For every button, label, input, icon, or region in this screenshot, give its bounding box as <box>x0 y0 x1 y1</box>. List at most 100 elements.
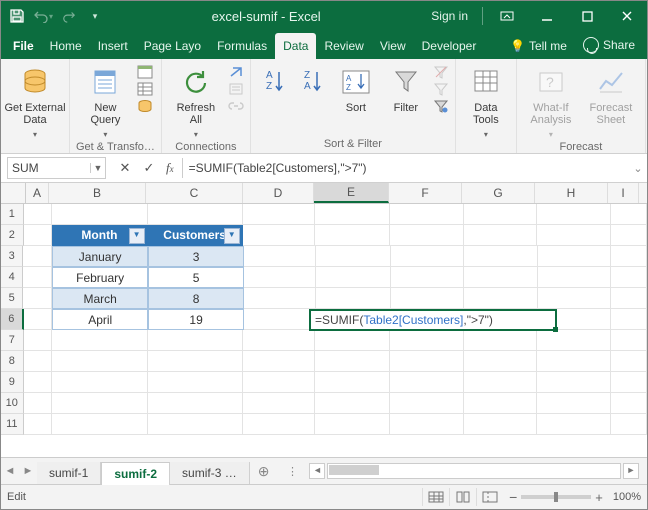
close-button[interactable] <box>607 1 647 31</box>
cell[interactable] <box>52 351 147 372</box>
data-tools-button[interactable]: Data Tools▾ <box>462 63 510 139</box>
cell[interactable] <box>316 246 391 267</box>
formula-input[interactable]: =SUMIF(Table2[Customers],">7") <box>182 158 629 178</box>
redo-icon[interactable] <box>57 4 81 28</box>
undo-icon[interactable]: ▾ <box>31 4 55 28</box>
cell[interactable] <box>537 225 611 246</box>
forecast-sheet-button[interactable]: Forecast Sheet <box>583 63 639 126</box>
cell[interactable] <box>391 246 464 267</box>
filter-button[interactable]: Filter <box>383 63 429 114</box>
cell[interactable] <box>243 330 315 351</box>
fx-icon[interactable]: fx <box>162 160 178 176</box>
cell[interactable] <box>537 393 611 414</box>
show-queries-icon[interactable] <box>137 65 153 79</box>
cell[interactable] <box>390 393 464 414</box>
cell[interactable] <box>52 393 147 414</box>
from-table-icon[interactable] <box>137 82 153 96</box>
new-sheet-button[interactable]: ⊕ <box>250 463 278 480</box>
row-header[interactable]: 8 <box>1 351 24 372</box>
sheet-nav-prev-icon[interactable]: ◄ <box>1 465 19 477</box>
scroll-right-icon[interactable]: ► <box>623 463 639 479</box>
select-all-corner[interactable] <box>1 183 26 203</box>
get-external-data-button[interactable]: Get External Data▾ <box>7 63 63 139</box>
ribbon-options-icon[interactable] <box>487 1 527 31</box>
table-cell[interactable]: January <box>52 246 148 267</box>
row-header[interactable]: 1 <box>1 204 24 225</box>
cell[interactable] <box>464 393 538 414</box>
active-cell[interactable]: =SUMIF(Table2[Customers],">7") <box>309 309 557 331</box>
cell[interactable] <box>52 204 147 225</box>
cell[interactable] <box>611 309 647 330</box>
cell[interactable] <box>538 246 611 267</box>
sign-in-link[interactable]: Sign in <box>421 9 478 23</box>
cell[interactable] <box>611 393 647 414</box>
cell[interactable] <box>148 204 243 225</box>
row-header[interactable]: 2 <box>1 225 24 246</box>
cell[interactable] <box>538 288 611 309</box>
cell[interactable] <box>315 351 390 372</box>
cell[interactable] <box>611 330 647 351</box>
cell[interactable] <box>611 225 647 246</box>
recent-sources-icon[interactable] <box>137 99 153 113</box>
zoom-slider[interactable] <box>521 495 591 499</box>
cell[interactable] <box>315 372 390 393</box>
table-cell[interactable]: April <box>52 309 148 330</box>
scroll-left-icon[interactable]: ◄ <box>309 463 325 479</box>
zoom-level[interactable]: 100% <box>613 491 641 503</box>
cell[interactable] <box>23 288 52 309</box>
row-header[interactable]: 9 <box>1 372 24 393</box>
cancel-formula-icon[interactable]: ✕ <box>114 158 136 178</box>
cell[interactable] <box>244 309 316 330</box>
cell[interactable] <box>24 309 53 330</box>
col-header[interactable]: B <box>49 183 146 203</box>
cell[interactable] <box>315 204 390 225</box>
sheet-nav-next-icon[interactable]: ► <box>19 465 37 477</box>
tab-file[interactable]: File <box>5 33 42 59</box>
cell[interactable] <box>24 204 53 225</box>
reapply-icon[interactable] <box>433 82 449 96</box>
cell[interactable] <box>243 225 315 246</box>
cell[interactable] <box>611 246 647 267</box>
cell[interactable] <box>315 225 390 246</box>
cell[interactable] <box>464 267 537 288</box>
cell[interactable] <box>24 330 53 351</box>
tab-page-layout[interactable]: Page Layo <box>136 33 209 59</box>
refresh-all-button[interactable]: Refresh All▾ <box>168 63 224 139</box>
sheet-tab[interactable]: sumif-2 <box>101 462 170 485</box>
table-cell[interactable]: March <box>52 288 148 309</box>
fill-handle[interactable] <box>553 327 558 332</box>
maximize-button[interactable] <box>567 1 607 31</box>
tab-split-handle[interactable]: ⋮ <box>283 465 301 478</box>
zoom-thumb[interactable] <box>554 492 558 502</box>
cell[interactable] <box>537 330 611 351</box>
row-header[interactable]: 7 <box>1 330 24 351</box>
clear-filter-icon[interactable] <box>433 65 449 79</box>
cell[interactable] <box>243 372 315 393</box>
name-box-input[interactable] <box>8 161 90 175</box>
cell[interactable] <box>243 204 315 225</box>
cell[interactable] <box>315 393 390 414</box>
cell[interactable] <box>24 414 53 435</box>
zoom-in-button[interactable]: + <box>595 490 603 505</box>
col-header[interactable]: F <box>389 183 462 203</box>
normal-view-icon[interactable] <box>422 488 449 506</box>
scroll-track[interactable] <box>327 463 621 479</box>
col-header[interactable]: D <box>243 183 314 203</box>
row-header[interactable]: 4 <box>1 267 23 288</box>
cell[interactable] <box>390 372 464 393</box>
cell[interactable] <box>611 351 647 372</box>
page-layout-view-icon[interactable] <box>449 488 476 506</box>
minimize-button[interactable] <box>527 1 567 31</box>
cell[interactable] <box>464 288 537 309</box>
properties-icon[interactable] <box>228 82 244 96</box>
qat-customize-icon[interactable]: ▾ <box>83 4 107 28</box>
cell[interactable] <box>52 330 147 351</box>
table-cell[interactable]: 8 <box>148 288 244 309</box>
cell[interactable] <box>243 351 315 372</box>
cell[interactable] <box>316 288 391 309</box>
expand-formula-bar-icon[interactable]: ⌄ <box>629 162 647 175</box>
cell[interactable] <box>315 330 390 351</box>
table-header[interactable]: Month▼ <box>52 225 147 246</box>
cell[interactable] <box>391 267 464 288</box>
cell[interactable] <box>611 288 647 309</box>
